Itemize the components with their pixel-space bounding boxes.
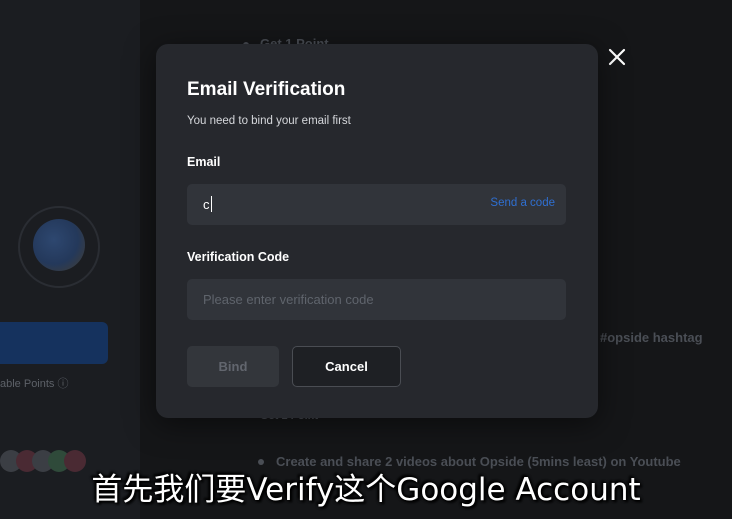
background-avatar <box>33 219 85 271</box>
background-primary-button <box>0 322 108 364</box>
app-screen: able Points ⓘ Get 1 Point #opside hashta… <box>0 0 732 519</box>
email-label: Email <box>187 155 221 169</box>
modal-title: Email Verification <box>187 79 346 100</box>
background-points-label: able Points ⓘ <box>0 378 69 390</box>
verification-code-input[interactable] <box>187 279 566 320</box>
video-subtitle: 首先我们要Verify这个Google Account <box>91 472 641 508</box>
modal-subtitle: You need to bind your email first <box>187 115 351 127</box>
verification-code-field <box>187 279 566 320</box>
close-icon <box>608 48 626 66</box>
verification-code-label: Verification Code <box>187 250 290 264</box>
send-code-button[interactable]: Send a code <box>490 197 555 209</box>
cancel-button[interactable]: Cancel <box>292 346 401 387</box>
email-field: Send a code <box>187 184 566 225</box>
email-input[interactable] <box>187 184 467 225</box>
background-hashtag: #opside hashtag <box>600 330 703 345</box>
text-caret <box>211 196 212 212</box>
email-verification-modal: Email Verification You need to bind your… <box>156 44 598 418</box>
bind-button[interactable]: Bind <box>187 346 279 387</box>
close-button[interactable] <box>605 45 629 69</box>
info-icon: ⓘ <box>57 378 69 390</box>
